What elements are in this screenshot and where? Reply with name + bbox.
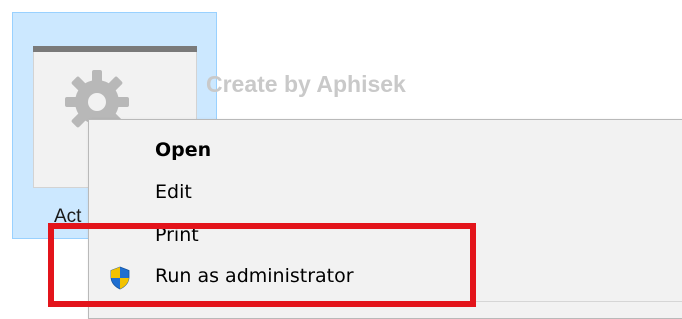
watermark-text: Create by Aphisek (206, 71, 406, 97)
thumbnail-title-bar (33, 46, 197, 52)
menu-item-edit[interactable]: Edit (89, 173, 682, 215)
highlight-annotation (48, 223, 476, 307)
menu-item-label: Open (155, 139, 212, 161)
menu-item-open[interactable]: Open (89, 131, 682, 173)
menu-item-label: Edit (155, 181, 192, 203)
